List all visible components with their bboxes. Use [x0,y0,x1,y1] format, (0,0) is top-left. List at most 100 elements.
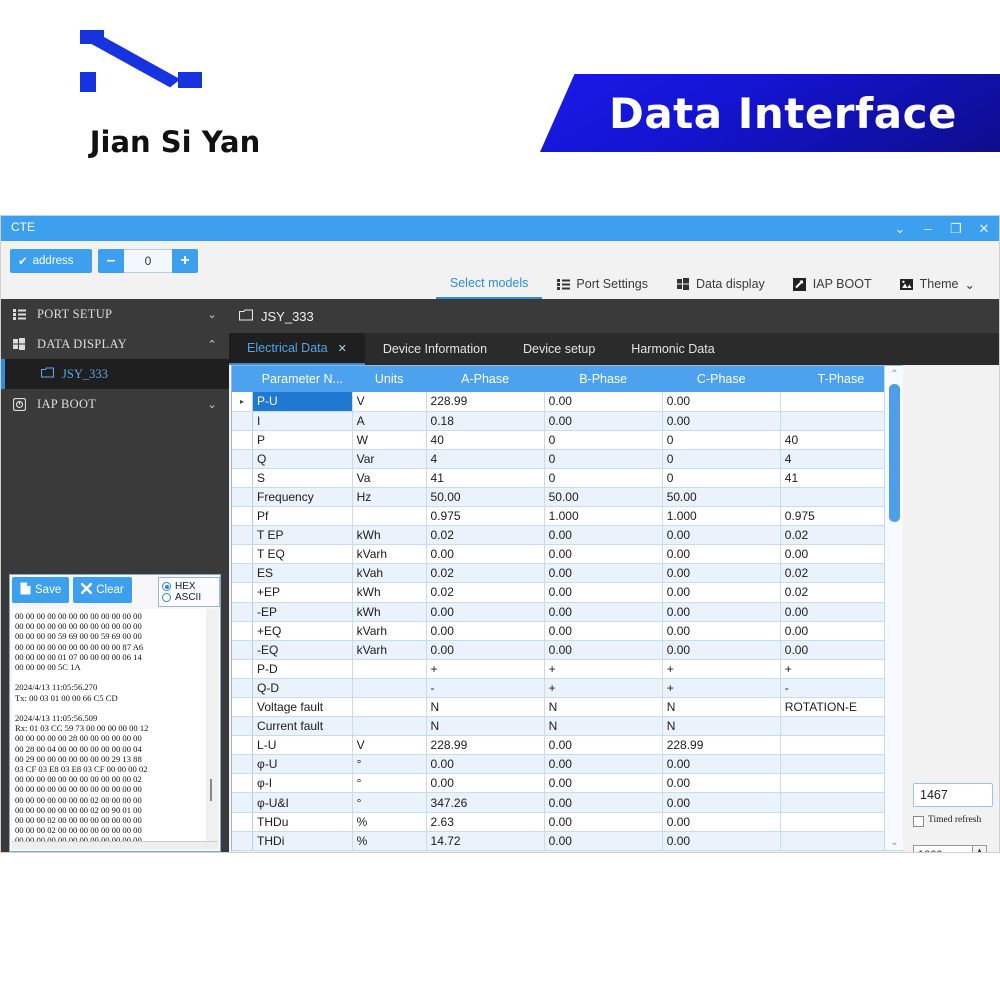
table-cell[interactable]: % [352,831,427,851]
table-cell[interactable]: + [662,659,781,679]
table-header-cell[interactable]: C-Phase [662,366,781,392]
table-cell[interactable]: L-U [252,735,353,756]
row-selector-cell[interactable] [232,411,254,431]
table-row[interactable]: -EP kWh 0.00 0.00 0.00 0.00 [232,602,903,622]
table-cell[interactable]: kVarh [352,621,427,641]
row-selector-cell[interactable] [232,792,254,813]
maximize-button[interactable]: ❐ [943,216,969,241]
row-selector-cell[interactable] [232,735,254,756]
table-cell[interactable]: 0.00 [544,640,663,660]
table-cell[interactable]: 0.02 [426,563,545,584]
sidebar-item-port-setup[interactable]: PORT SETUP ⌄ [1,299,229,329]
table-cell[interactable]: 347.26 [426,792,545,813]
table-cell[interactable]: T EQ [252,544,353,565]
log-scroll-thumb[interactable] [210,779,212,801]
table-row[interactable]: ES kVah 0.02 0.00 0.00 0.02 [232,563,903,584]
interval-input[interactable]: 1000 [913,845,973,852]
table-cell[interactable]: ES [252,563,353,584]
row-selector-cell[interactable] [232,602,254,622]
row-selector-cell[interactable] [232,678,254,699]
table-cell[interactable]: 0.00 [544,735,663,756]
table-row[interactable]: THDu% 2.63 0.00 0.00 [232,812,903,832]
table-cell[interactable]: Frequency [252,487,353,508]
table-cell[interactable]: kVarh [352,544,427,565]
log-horizontal-scrollbar[interactable] [12,841,218,849]
table-cell[interactable] [352,716,427,737]
table-cell[interactable]: kVah [352,563,427,584]
table-cell[interactable]: 0 [662,468,781,488]
table-cell[interactable]: φ-U [252,754,353,775]
table-cell[interactable]: N [544,716,663,737]
table-cell[interactable]: 1.000 [544,506,663,527]
table-cell[interactable]: 0.00 [662,773,781,794]
row-selector-cell[interactable] [232,640,254,660]
row-selector-cell[interactable] [232,831,254,851]
table-row[interactable]: THDi% 14.72 0.00 0.00 [232,831,903,851]
table-cell[interactable]: 0.00 [662,831,781,851]
table-cell[interactable] [352,678,427,699]
table-row[interactable]: -EQ kVarh 0.00 0.00 0.00 0.00 [232,640,903,660]
table-cell[interactable]: T EP [252,525,353,546]
table-cell[interactable]: kWh [352,602,427,622]
tab-data-display[interactable]: Data display [662,269,779,299]
row-selector-cell[interactable] [232,544,254,565]
table-row[interactable]: +EQ kVarh 0.00 0.00 0.00 0.00 [232,621,903,641]
row-selector-cell[interactable] [232,812,254,832]
table-cell[interactable]: 0.00 [544,773,663,794]
table-header-cell[interactable]: B-Phase [544,366,663,392]
table-cell[interactable]: V [352,392,427,412]
table-cell[interactable]: 0.02 [426,525,545,546]
log-vertical-scrollbar[interactable] [206,609,218,843]
table-row[interactable]: P-D + + + + [232,659,903,679]
log-textarea[interactable]: 00 00 00 00 00 00 00 00 00 00 00 00 00 0… [12,609,208,843]
row-selector-cell[interactable] [232,506,254,527]
table-cell[interactable]: 0.00 [662,621,781,641]
table-cell[interactable]: % [352,812,427,832]
table-cell[interactable]: kWh [352,582,427,603]
table-row[interactable]: Q Var 4 0 0 4 [232,449,903,469]
table-cell[interactable]: 0.00 [662,582,781,603]
table-cell[interactable]: 0.00 [544,792,663,813]
chevron-down-icon[interactable]: ⌄ [887,216,913,241]
stepper-value[interactable]: 0 [124,249,172,273]
table-cell[interactable]: kWh [352,525,427,546]
table-cell[interactable]: 0.00 [544,525,663,546]
row-selector-cell[interactable] [232,468,254,488]
table-cell[interactable]: THDu [252,812,353,832]
table-cell[interactable]: 0.00 [662,544,781,565]
row-selector-cell[interactable] [232,716,254,737]
minimize-button[interactable]: – [915,216,941,241]
table-row[interactable]: T EQ kVarh 0.00 0.00 0.00 0.00 [232,544,903,565]
table-cell[interactable]: 0.00 [426,773,545,794]
table-cell[interactable]: -EQ [252,640,353,660]
table-cell[interactable]: W [352,430,427,450]
sidebar-item-data-display[interactable]: DATA DISPLAY ⌃ [1,329,229,359]
table-row[interactable]: T EP kWh 0.02 0.00 0.00 0.02 [232,525,903,546]
table-cell[interactable]: φ-I [252,773,353,794]
table-header-cell[interactable]: Parameter N... [252,366,353,392]
table-scroll-thumb[interactable] [889,384,900,522]
table-cell[interactable]: ° [352,773,427,794]
table-cell[interactable]: 0.00 [544,831,663,851]
table-cell[interactable]: 228.99 [662,735,781,756]
table-header-cell[interactable]: A-Phase [426,366,545,392]
row-selector-cell[interactable] [232,430,254,450]
scroll-up-icon[interactable]: ⌃ [885,366,904,382]
scroll-down-icon[interactable]: ⌄ [885,834,904,850]
table-cell[interactable]: 0.00 [426,754,545,775]
table-cell[interactable]: 14.72 [426,831,545,851]
radio-ascii[interactable]: ASCII [162,592,219,603]
tab-iap-boot[interactable]: IAP BOOT [779,269,886,299]
table-cell[interactable]: +EQ [252,621,353,641]
row-selector-cell[interactable] [232,659,254,679]
table-cell[interactable]: 0.00 [544,563,663,584]
table-cell[interactable]: Hz [352,487,427,508]
table-cell[interactable]: 0.00 [426,640,545,660]
table-cell[interactable]: 0.00 [662,411,781,431]
table-cell[interactable]: 0.00 [544,812,663,832]
table-cell[interactable] [352,506,427,527]
timed-refresh-checkbox[interactable] [913,816,924,827]
table-cell[interactable]: + [662,678,781,699]
doctab-harmonic-data[interactable]: Harmonic Data [613,333,732,365]
table-cell[interactable]: 0.00 [544,582,663,603]
